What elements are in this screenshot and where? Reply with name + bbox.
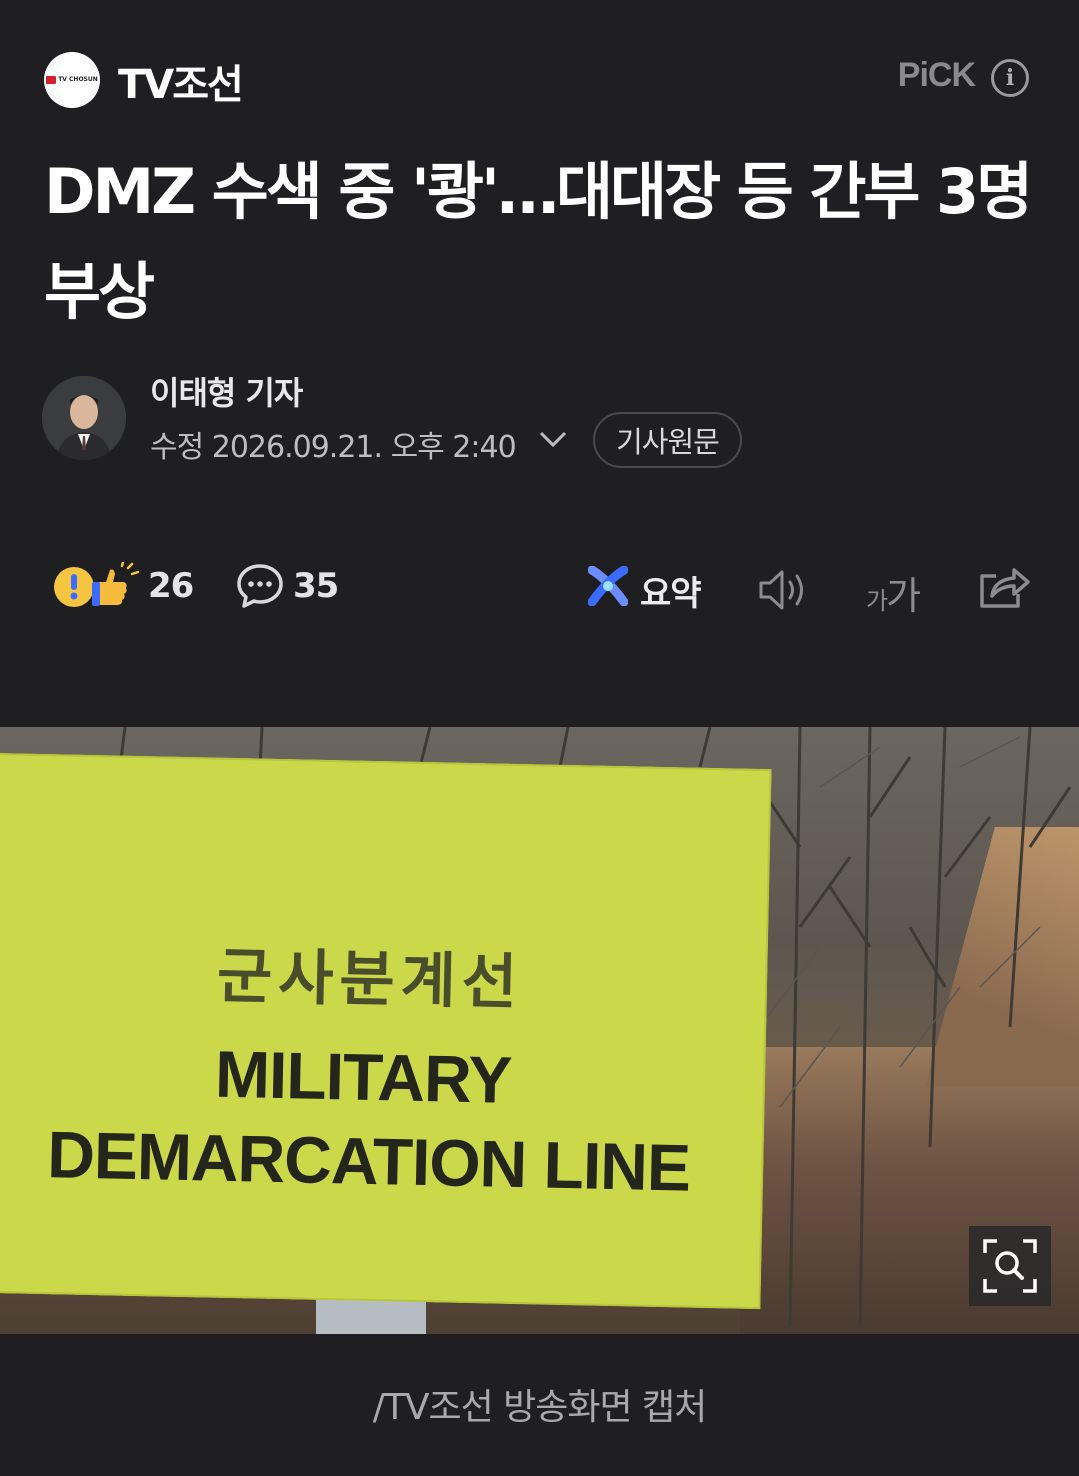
zoom-icon <box>983 1239 1037 1293</box>
reporter-name[interactable]: 이태형 기자 <box>150 368 303 414</box>
summary-icon[interactable] <box>587 565 629 610</box>
logo-mark-icon <box>46 76 57 84</box>
photo-caption: /TV조선 방송화면 캡처 <box>372 1387 708 1428</box>
logo-text: TV CHOSUN <box>58 76 98 83</box>
sign-korean-text: 군사분계선 <box>216 941 524 1019</box>
share-icon[interactable] <box>978 562 1030 614</box>
zoom-button[interactable] <box>969 1226 1051 1306</box>
mdl-sign: 군사분계선 MILITARY DEMARCATION LINE <box>0 752 772 1310</box>
reporter-avatar[interactable] <box>42 376 126 460</box>
reaction-count: 26 <box>148 566 194 606</box>
font-small-label: 가 <box>866 587 888 615</box>
comment-count: 35 <box>293 566 339 606</box>
comment-icon <box>237 564 283 608</box>
reaction-button[interactable] <box>52 560 140 616</box>
press-name[interactable]: TV조선 <box>118 52 244 110</box>
speaker-icon[interactable] <box>758 568 810 616</box>
font-size-button[interactable]: 가가 <box>866 565 921 620</box>
sign-english-line1: MILITARY <box>214 1036 513 1117</box>
press-logo[interactable]: TV CHOSUN <box>44 52 100 108</box>
reaction-emoji-icon <box>54 560 140 607</box>
article-photo[interactable]: 군사분계선 MILITARY DEMARCATION LINE <box>0 727 1079 1334</box>
article-headline: DMZ 수색 중 '쾅'…대대장 등 간부 3명 부상 <box>44 155 1033 328</box>
info-button[interactable]: i <box>991 59 1029 97</box>
comment-button[interactable] <box>236 562 284 614</box>
pick-label: PiCK <box>897 56 976 94</box>
chevron-down-icon[interactable] <box>538 428 568 454</box>
sign-english-line2: DEMARCATION LINE <box>46 1117 691 1205</box>
info-icon: i <box>1005 65 1015 91</box>
reporter-photo-icon <box>42 376 126 460</box>
summary-button[interactable]: 요약 <box>640 566 702 615</box>
original-article-button[interactable]: 기사원문 <box>593 412 742 468</box>
font-big-label: 가 <box>886 574 921 618</box>
article-datetime: 수정 2026.09.21. 오후 2:40 <box>150 430 517 465</box>
